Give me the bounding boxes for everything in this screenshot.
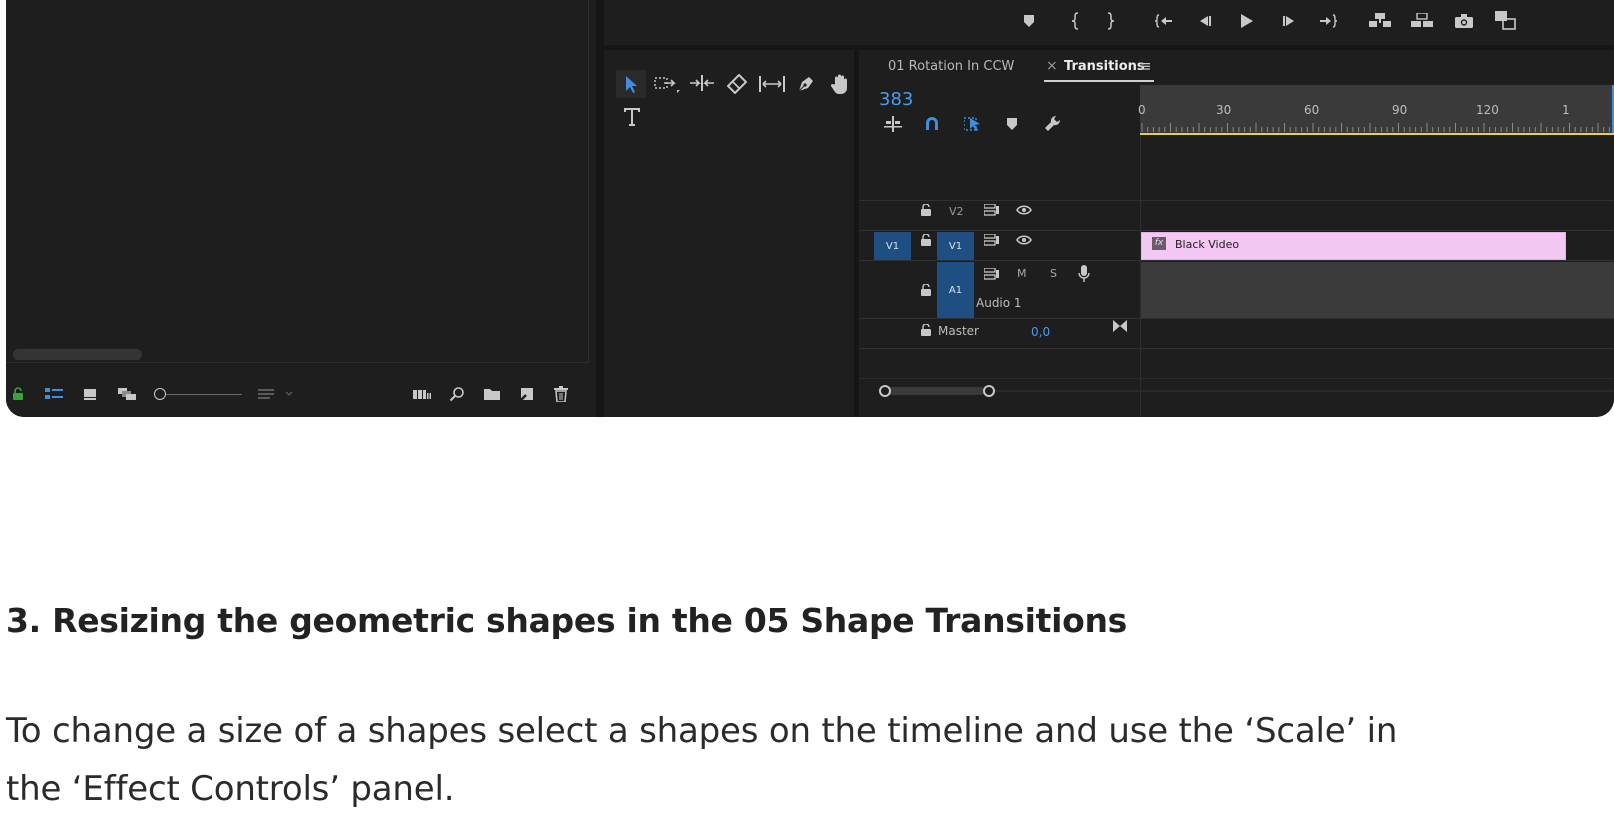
linked-selection-icon[interactable] [963,115,983,133]
insert-nest-icon[interactable] [883,115,903,133]
timeline-panel: 01 Rotation In CCW × Transitions ≡ 383 0… [859,50,1614,417]
sort-icon[interactable] [258,386,298,402]
zoom-end-handle[interactable] [983,385,995,397]
hand-tool-icon[interactable] [826,70,856,98]
tab-rotation-in-ccw[interactable]: 01 Rotation In CCW [888,59,1014,74]
add-marker-timeline-icon[interactable] [1005,116,1019,132]
lift-icon[interactable] [1368,12,1392,30]
play-icon[interactable] [1238,11,1256,31]
master-track-label: Master [938,324,979,338]
ripple-edit-tool-icon[interactable] [686,72,718,96]
timeline-settings-icon[interactable] [1043,114,1063,134]
v1-eye-icon[interactable] [1015,231,1033,249]
v2-eye-icon[interactable] [1015,201,1033,219]
a1-sync-lock-icon[interactable] [983,265,1001,283]
master-lock-icon[interactable] [919,321,933,339]
work-area-bar[interactable] [1140,133,1614,135]
list-view-icon[interactable] [44,386,64,402]
freeform-view-icon[interactable] [116,386,138,402]
timeline-zoom-scrollbar[interactable] [879,385,1614,397]
track-separator [859,230,1614,231]
new-item-icon[interactable] [518,386,536,402]
slip-tool-icon[interactable] [756,72,788,96]
step-forward-icon[interactable] [1280,12,1298,30]
article-paragraph: To change a size of a shapes select a sh… [6,711,1398,809]
zoom-start-handle[interactable] [879,385,891,397]
pen-tool-icon[interactable] [792,72,822,96]
section-heading: 3. Resizing the geometric shapes in the … [6,601,1128,640]
find-icon[interactable] [448,386,466,402]
project-panel [6,0,596,417]
a1-track-name[interactable]: Audio 1 [976,296,1022,310]
v1-lock-icon[interactable] [919,231,933,249]
icon-view-icon[interactable] [82,386,98,402]
tab-transitions[interactable]: Transitions [1064,59,1145,74]
track-separator [859,348,1614,349]
v1-sync-lock-icon[interactable] [983,231,1001,249]
go-to-out-icon[interactable] [1318,12,1338,30]
zoom-bar-divider [859,378,1614,379]
extract-icon[interactable] [1410,12,1434,30]
master-track-bowtie-icon[interactable] [1111,318,1129,334]
go-to-in-icon[interactable] [1154,12,1174,30]
fx-badge: fx [1152,237,1166,250]
tab-close-icon[interactable]: × [1046,58,1058,74]
track-separator [859,200,1614,201]
panel-menu-icon[interactable]: ≡ [1139,57,1152,75]
export-frame-icon[interactable] [1454,12,1474,30]
new-bin-icon[interactable] [482,386,502,402]
horizontal-scrollbar[interactable] [13,349,142,360]
comparison-view-icon[interactable] [1494,10,1518,32]
type-tool-icon[interactable] [620,104,646,130]
mark-out-icon[interactable] [1104,11,1118,31]
premiere-screenshot: 01 Rotation In CCW × Transitions ≡ 383 0… [6,0,1614,417]
black-video-clip[interactable]: fx Black Video [1141,232,1566,260]
a1-mute-button[interactable]: M [1017,267,1027,280]
snap-icon[interactable] [923,115,941,133]
trash-icon[interactable] [552,386,570,402]
ruler-tick-label: 60 [1304,103,1320,117]
v1-track-target[interactable]: V1 [937,232,974,260]
a1-solo-button[interactable]: S [1050,267,1057,280]
automate-to-sequence-icon[interactable] [412,386,432,402]
a1-track-area[interactable] [1141,262,1614,318]
ruler-tick-label: 1 [1562,103,1570,117]
track-separator [859,318,1614,319]
mark-in-icon[interactable] [1068,11,1082,31]
step-back-icon[interactable] [1196,12,1214,30]
track-select-tool-icon[interactable] [652,72,682,96]
ruler-tick-label: 0 [1138,103,1146,117]
active-tab-underline [1044,80,1154,82]
tools-panel [604,50,854,417]
a1-voiceover-mic-icon[interactable] [1075,264,1093,284]
v2-sync-lock-icon[interactable] [983,201,1001,219]
time-ruler[interactable]: 0 30 60 90 120 1 [1138,85,1614,135]
ruler-tick-label: 120 [1476,103,1499,117]
add-marker-icon[interactable] [1022,13,1036,29]
master-volume-value[interactable]: 0,0 [1031,325,1050,339]
lock-icon[interactable] [10,386,26,402]
project-content-area [6,0,589,363]
razor-tool-icon[interactable] [722,72,752,96]
selection-tool-icon[interactable] [616,70,646,98]
clip-name: Black Video [1175,238,1240,251]
zoom-slider[interactable] [154,388,242,400]
v1-source-patch[interactable]: V1 [874,232,911,260]
ruler-tick-label: 90 [1392,103,1408,117]
ruler-tick-label: 30 [1216,103,1232,117]
playhead-timecode[interactable]: 383 [879,89,913,110]
a1-track-target[interactable]: A1 [937,262,974,318]
v2-lock-icon[interactable] [919,201,933,219]
program-monitor-controls [604,0,1614,45]
v2-track-label[interactable]: V2 [949,205,964,218]
a1-lock-icon[interactable] [919,281,933,299]
track-separator [859,260,1614,261]
